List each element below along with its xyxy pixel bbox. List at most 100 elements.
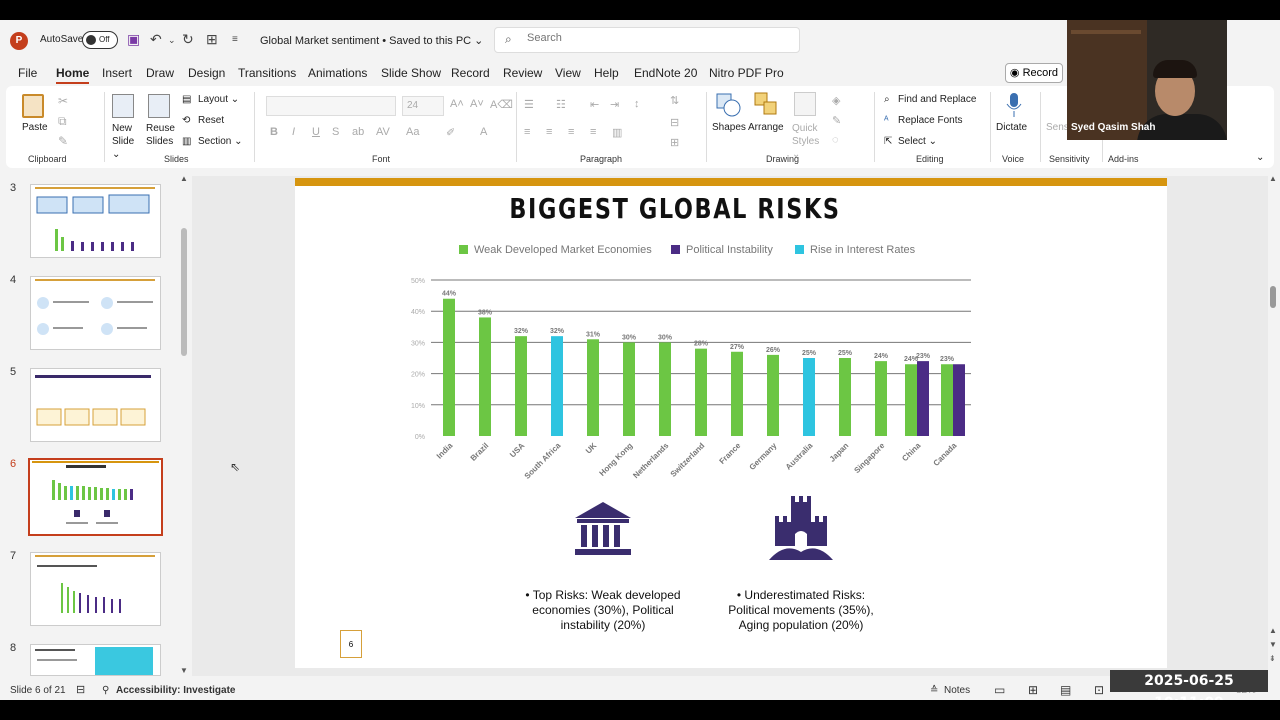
smartart-icon[interactable]: ⊞: [670, 136, 679, 149]
reuse-slides-icon[interactable]: [148, 94, 170, 118]
shape-effects-icon[interactable]: ◌: [832, 134, 839, 146]
align-center-icon[interactable]: ≡: [546, 126, 552, 138]
clear-format-icon[interactable]: A⌫: [490, 98, 513, 111]
font-family-select[interactable]: [266, 96, 396, 116]
tab-endnote[interactable]: EndNote 20: [634, 66, 697, 80]
new-slide-label[interactable]: New Slide ⌄: [112, 122, 138, 161]
reset-button[interactable]: Reset: [198, 115, 224, 126]
shrink-font-icon[interactable]: A˅: [470, 98, 484, 110]
tab-draw[interactable]: Draw: [146, 66, 174, 80]
slideshow-view-icon[interactable]: ⊡: [1094, 683, 1104, 697]
autosave-toggle[interactable]: Off: [82, 31, 118, 49]
present-icon[interactable]: ⊞: [206, 31, 218, 48]
tab-view[interactable]: View: [555, 66, 581, 80]
slide-thumbnail-3[interactable]: [30, 184, 161, 258]
tab-help[interactable]: Help: [594, 66, 619, 80]
thumbnails-scrollbar[interactable]: ▲ ▼: [180, 174, 190, 676]
replace-fonts-button[interactable]: Replace Fonts: [898, 115, 962, 126]
reading-view-icon[interactable]: ▤: [1060, 683, 1071, 697]
shapes-icon[interactable]: [716, 92, 741, 117]
copy-icon[interactable]: ⧉: [58, 114, 67, 129]
char-spacing-icon[interactable]: AV: [376, 126, 390, 138]
tab-animations[interactable]: Animations: [308, 66, 367, 80]
slide-thumbnail-7[interactable]: [30, 552, 161, 626]
underline-icon[interactable]: U: [312, 126, 320, 138]
normal-view-icon[interactable]: ▭: [994, 683, 1005, 697]
slide-thumbnail-8[interactable]: [30, 644, 161, 676]
slide-sorter-icon[interactable]: ⊞: [1028, 683, 1038, 697]
tab-transitions[interactable]: Transitions: [238, 66, 296, 80]
slide-thumbnail-6[interactable]: [28, 458, 163, 536]
spelling-icon[interactable]: ⊟: [76, 683, 85, 696]
find-replace-button[interactable]: Find and Replace: [898, 94, 976, 105]
slide-canvas[interactable]: BIGGEST GLOBAL RISKS Weak Developed Mark…: [295, 178, 1167, 668]
font-color-icon[interactable]: A: [480, 126, 487, 138]
arrange-icon[interactable]: [754, 92, 777, 116]
tab-slide-show[interactable]: Slide Show: [381, 66, 441, 80]
highlight-icon[interactable]: ✐: [446, 126, 455, 139]
shapes-label[interactable]: Shapes: [712, 122, 746, 133]
top-risks-caption[interactable]: • Top Risks: Weak developed economies (3…: [513, 588, 693, 633]
arrange-label[interactable]: Arrange: [748, 122, 784, 133]
numbering-icon[interactable]: ☷: [556, 98, 566, 111]
undo-icon[interactable]: ↶: [150, 31, 162, 48]
tab-insert[interactable]: Insert: [102, 66, 132, 80]
tab-home[interactable]: Home: [56, 66, 90, 84]
italic-icon[interactable]: I: [292, 126, 295, 138]
tab-review[interactable]: Review: [503, 66, 542, 80]
microphone-icon[interactable]: [1004, 92, 1026, 117]
shape-fill-icon[interactable]: ◈: [832, 94, 840, 107]
columns-icon[interactable]: ▥: [612, 126, 622, 139]
underestimated-risks-caption[interactable]: • Underestimated Risks: Political moveme…: [715, 588, 887, 633]
redo-icon[interactable]: ↻: [182, 31, 194, 48]
line-spacing-icon[interactable]: ↕: [634, 98, 640, 110]
tab-nitro-pdf[interactable]: Nitro PDF Pro: [709, 66, 784, 80]
scroll-up-icon[interactable]: ▲: [1269, 626, 1277, 635]
shadow-icon[interactable]: ab: [352, 126, 364, 138]
grow-font-icon[interactable]: A˄: [450, 98, 464, 110]
new-slide-icon[interactable]: [112, 94, 134, 118]
reuse-slides-label[interactable]: Reuse Slides: [146, 122, 176, 148]
customize-toolbar-icon[interactable]: ≡: [232, 34, 238, 45]
change-case-icon[interactable]: Aa: [406, 126, 419, 138]
paste-icon[interactable]: [22, 94, 44, 118]
bar-chart[interactable]: 0% 10% 20% 30% 40% 50% 44% India 38% Brazil 32% USA…: [395, 268, 995, 488]
scroll-down-icon[interactable]: ▼: [180, 666, 188, 675]
slide-thumbnail-5[interactable]: [30, 368, 161, 442]
decrease-indent-icon[interactable]: ⇤: [590, 98, 599, 111]
dictate-label[interactable]: Dictate: [996, 122, 1027, 133]
bullets-icon[interactable]: ☰: [524, 98, 534, 111]
tab-design[interactable]: Design: [188, 66, 225, 80]
strikethrough-icon[interactable]: S: [332, 126, 339, 138]
tab-record[interactable]: Record: [451, 66, 490, 80]
quick-styles-icon[interactable]: [794, 92, 816, 116]
search-box[interactable]: ⌕: [494, 27, 800, 53]
scrollbar-thumb[interactable]: [1270, 286, 1276, 308]
shape-outline-icon[interactable]: ✎: [832, 114, 841, 127]
tab-file[interactable]: File: [18, 66, 37, 80]
slide-scrollbar[interactable]: ▲ ▲ ▼ ⇟: [1268, 174, 1280, 676]
search-input[interactable]: [527, 32, 767, 44]
cut-icon[interactable]: ✂: [58, 94, 68, 108]
paste-label[interactable]: Paste: [22, 122, 48, 133]
font-size-select[interactable]: 24: [402, 96, 444, 116]
collapse-ribbon-icon[interactable]: ⌄: [1256, 152, 1264, 163]
align-right-icon[interactable]: ≡: [568, 126, 574, 138]
section-button[interactable]: Section ⌄: [198, 136, 243, 147]
format-painter-icon[interactable]: ✎: [58, 134, 68, 148]
slide-title[interactable]: BIGGEST GLOBAL RISKS: [371, 192, 979, 225]
slide-thumbnail-4[interactable]: [30, 276, 161, 350]
save-icon[interactable]: ▣: [127, 31, 140, 48]
undo-dropdown-icon[interactable]: ⌄: [168, 35, 176, 46]
justify-icon[interactable]: ≡: [590, 126, 596, 138]
bold-icon[interactable]: B: [270, 126, 278, 138]
record-button[interactable]: ◉ Record: [1005, 63, 1063, 83]
align-text-icon[interactable]: ⊟: [670, 116, 679, 129]
scroll-up-icon[interactable]: ▲: [180, 174, 188, 183]
scroll-up-icon[interactable]: ▲: [1269, 174, 1277, 183]
text-direction-icon[interactable]: ⇅: [670, 94, 679, 107]
scroll-down-icon[interactable]: ▼: [1269, 640, 1277, 649]
scrollbar-thumb[interactable]: [181, 228, 187, 356]
notes-button[interactable]: Notes: [944, 685, 970, 696]
document-title[interactable]: Global Market sentiment • Saved to this …: [260, 34, 483, 47]
